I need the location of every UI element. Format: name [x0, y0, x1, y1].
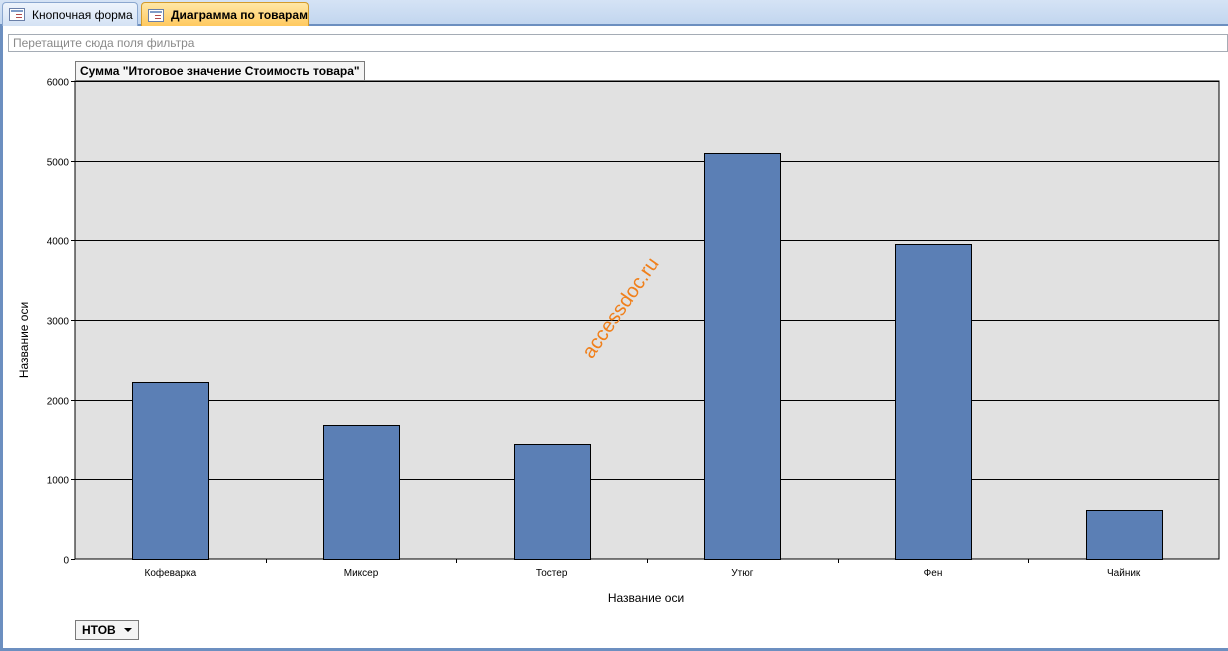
bar — [514, 444, 591, 560]
y-axis-title[interactable]: Название оси — [17, 302, 31, 378]
y-tick-label: 1000 — [47, 476, 70, 487]
y-tick-label: 3000 — [47, 317, 70, 328]
y-axis-title-box: Название оси — [2, 260, 46, 420]
bar — [1086, 510, 1163, 560]
bar — [895, 244, 972, 560]
bar — [132, 382, 209, 560]
x-tick-label: Кофеварка — [145, 567, 197, 579]
series-field-label: НТОВ — [82, 623, 116, 637]
bar — [323, 425, 400, 560]
x-axis-title[interactable]: Название оси — [546, 591, 746, 605]
y-tick-label: 5000 — [47, 158, 70, 169]
y-tick-label: 4000 — [47, 237, 70, 248]
y-tick-label: 6000 — [47, 78, 70, 89]
x-tick-label: Фен — [924, 568, 943, 579]
y-tick-label: 0 — [63, 556, 69, 567]
bar — [704, 153, 781, 560]
x-tick-label: Миксер — [344, 568, 379, 579]
chart-title[interactable]: Сумма "Итоговое значение Стоимость товар… — [75, 61, 365, 81]
x-tick-label: Чайник — [1107, 568, 1141, 579]
series-field-dropdown[interactable]: НТОВ — [75, 620, 139, 640]
x-tick-label: Утюг — [731, 568, 753, 579]
dropdown-arrow-icon[interactable] — [123, 628, 132, 632]
x-tick-label: Тостер — [536, 568, 568, 579]
y-tick-label: 2000 — [47, 397, 70, 408]
